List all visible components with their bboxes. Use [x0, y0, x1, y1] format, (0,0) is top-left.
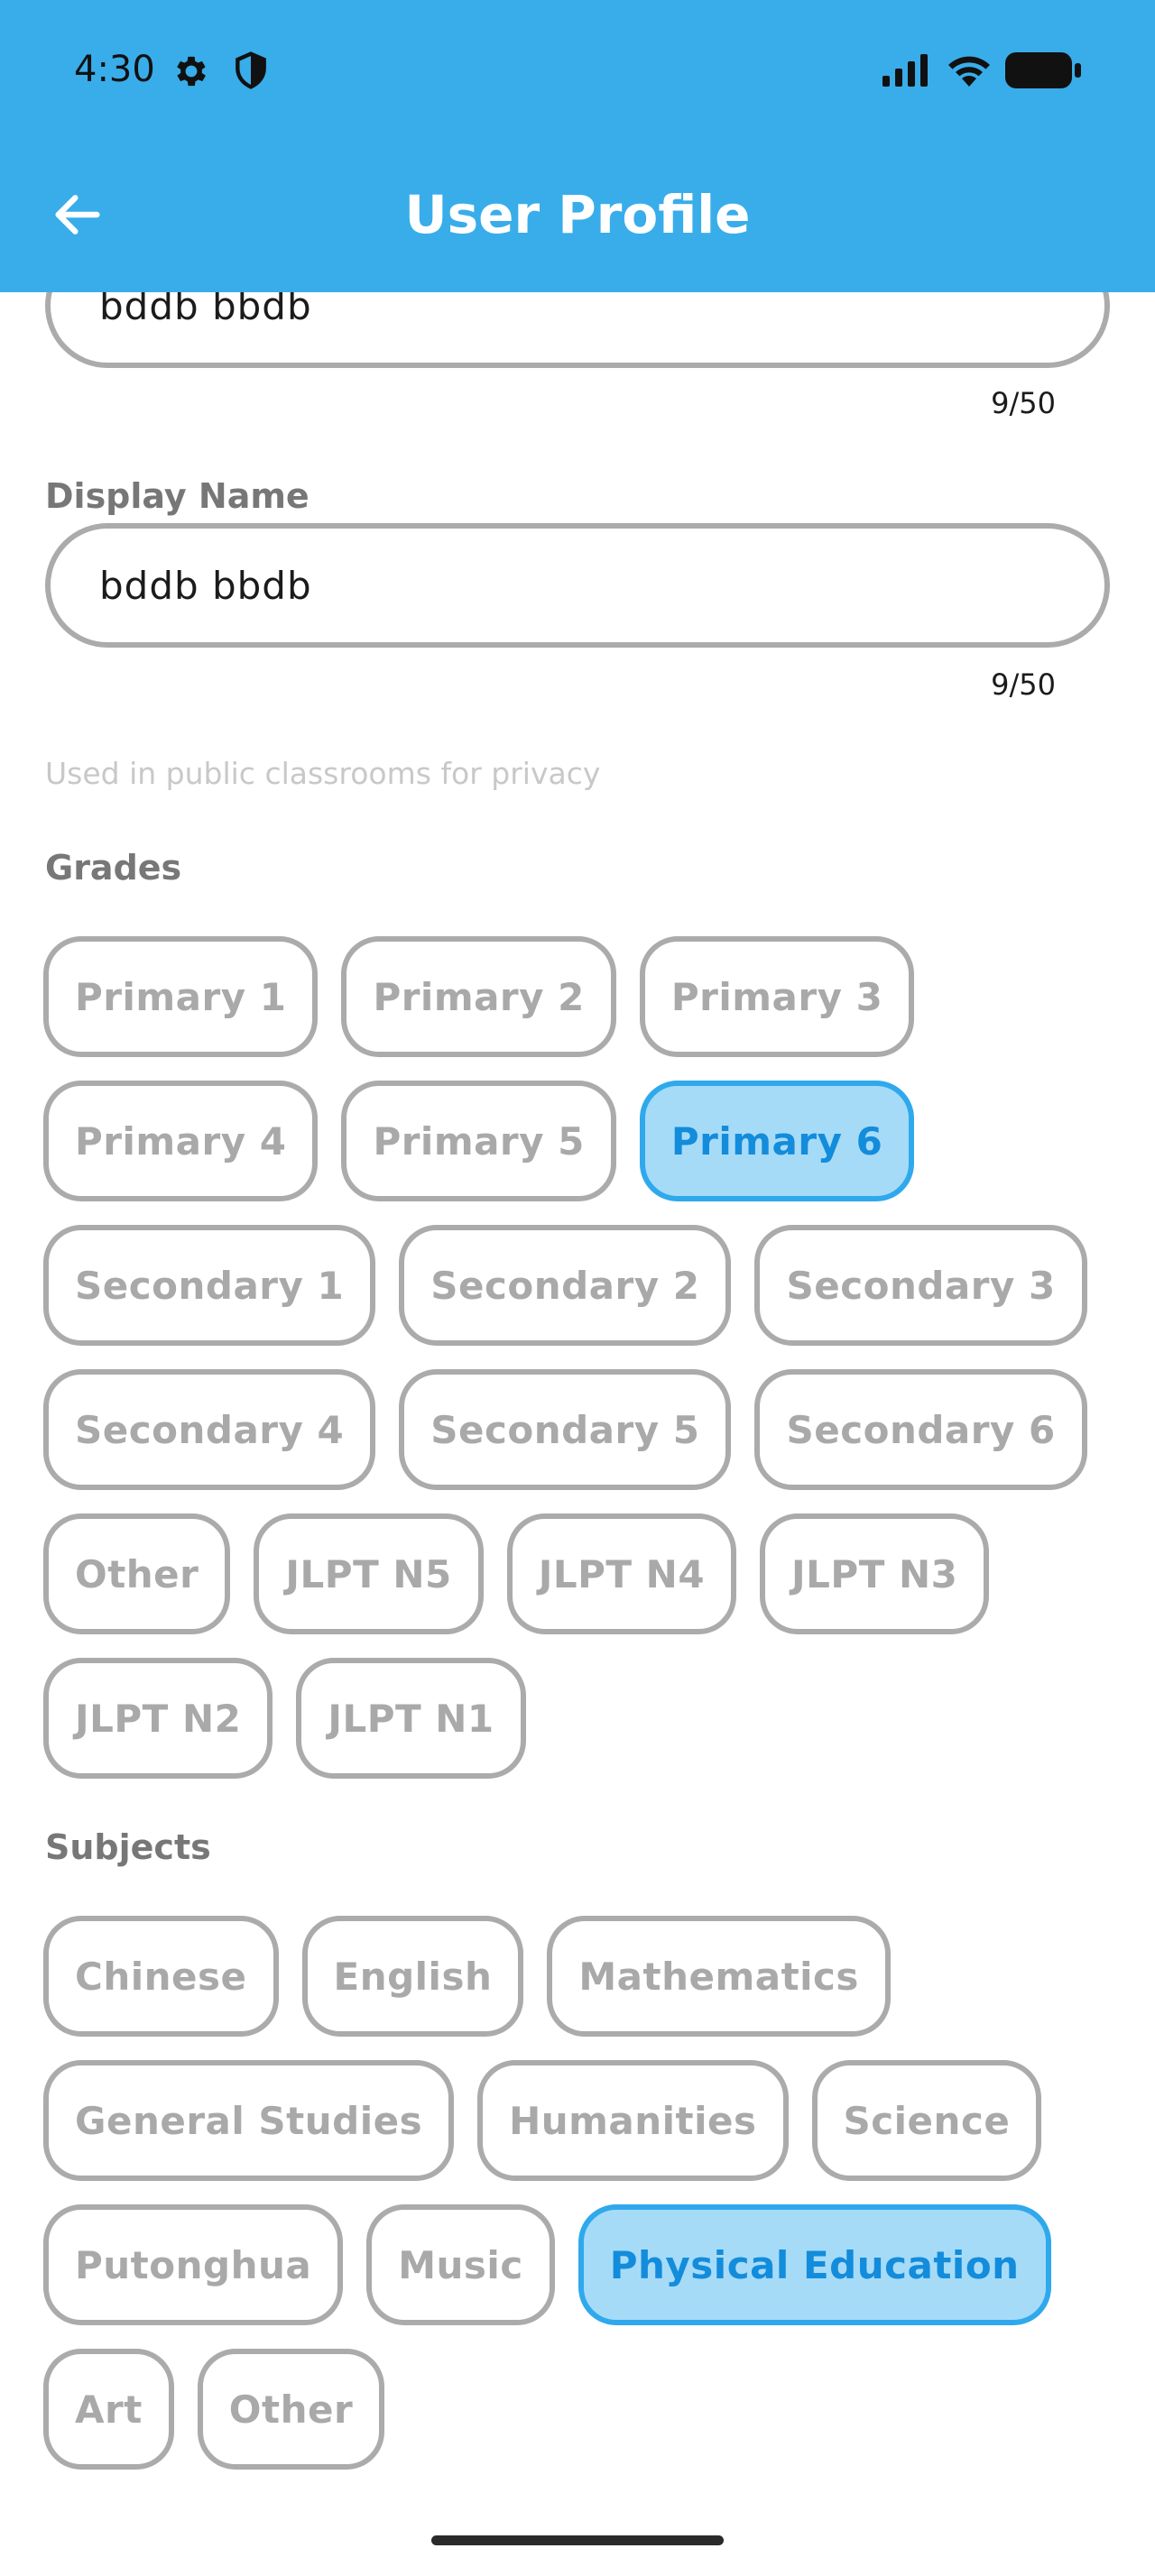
grade-chip-jlpt-n2[interactable]: JLPT N2 — [43, 1658, 273, 1779]
home-indicator — [431, 2535, 724, 2545]
wifi-icon — [948, 56, 990, 87]
grade-chip-jlpt-n1[interactable]: JLPT N1 — [296, 1658, 526, 1779]
subject-chip-physical-education[interactable]: Physical Education — [578, 2204, 1051, 2325]
page-title: User Profile — [404, 184, 751, 245]
subjects-chip-group: Chinese English Mathematics General Studies… — [43, 1916, 1117, 2470]
display-name-field[interactable]: bddb bbdb — [45, 523, 1110, 648]
grade-chip-primary-3[interactable]: Primary 3 — [639, 936, 915, 1057]
cellular-signal-icon — [882, 54, 928, 87]
status-time: 4:30 — [74, 49, 155, 90]
grade-chip-secondary-3[interactable]: Secondary 3 — [754, 1225, 1087, 1346]
grade-chip-primary-4[interactable]: Primary 4 — [43, 1081, 319, 1201]
grade-chip-secondary-4[interactable]: Secondary 4 — [43, 1369, 376, 1490]
subject-chip-mathematics[interactable]: Mathematics — [547, 1916, 891, 2037]
subject-chip-humanities[interactable]: Humanities — [477, 2060, 789, 2181]
gear-icon — [177, 56, 206, 87]
grade-chip-jlpt-n3[interactable]: JLPT N3 — [760, 1513, 990, 1634]
grades-label: Grades — [45, 848, 182, 888]
grade-chip-secondary-6[interactable]: Secondary 6 — [754, 1369, 1087, 1490]
subject-chip-putonghua[interactable]: Putonghua — [43, 2204, 344, 2325]
subject-chip-science[interactable]: Science — [811, 2060, 1042, 2181]
grade-chip-secondary-2[interactable]: Secondary 2 — [399, 1225, 732, 1346]
subject-chip-other[interactable]: Other — [197, 2349, 385, 2470]
subject-chip-art[interactable]: Art — [43, 2349, 174, 2470]
display-name-helper: Used in public classrooms for privacy — [45, 756, 601, 791]
display-name-counter: 9/50 — [991, 667, 1056, 702]
subject-chip-music[interactable]: Music — [366, 2204, 555, 2325]
name-field-counter: 9/50 — [991, 386, 1056, 420]
grade-chip-primary-6[interactable]: Primary 6 — [639, 1081, 915, 1201]
subject-chip-english[interactable]: English — [301, 1916, 524, 2037]
grades-chip-group: Primary 1 Primary 2 Primary 3 Primary 4 Prim… — [43, 936, 1117, 1779]
grade-chip-other[interactable]: Other — [43, 1513, 231, 1634]
grade-chip-jlpt-n4[interactable]: JLPT N4 — [506, 1513, 737, 1634]
grade-chip-primary-1[interactable]: Primary 1 — [43, 936, 319, 1057]
shield-icon — [236, 51, 266, 89]
battery-icon — [1005, 52, 1081, 88]
subjects-label: Subjects — [45, 1827, 211, 1867]
subject-chip-chinese[interactable]: Chinese — [43, 1916, 279, 2037]
display-name-label: Display Name — [45, 476, 310, 516]
grade-chip-jlpt-n5[interactable]: JLPT N5 — [254, 1513, 484, 1634]
grade-chip-primary-5[interactable]: Primary 5 — [341, 1081, 616, 1201]
grade-chip-secondary-5[interactable]: Secondary 5 — [399, 1369, 732, 1490]
subject-chip-general-studies[interactable]: General Studies — [43, 2060, 455, 2181]
display-name-value: bddb bbdb — [99, 563, 312, 608]
grade-chip-primary-2[interactable]: Primary 2 — [341, 936, 616, 1057]
app-bar-overlap — [0, 244, 1155, 292]
grade-chip-secondary-1[interactable]: Secondary 1 — [43, 1225, 376, 1346]
